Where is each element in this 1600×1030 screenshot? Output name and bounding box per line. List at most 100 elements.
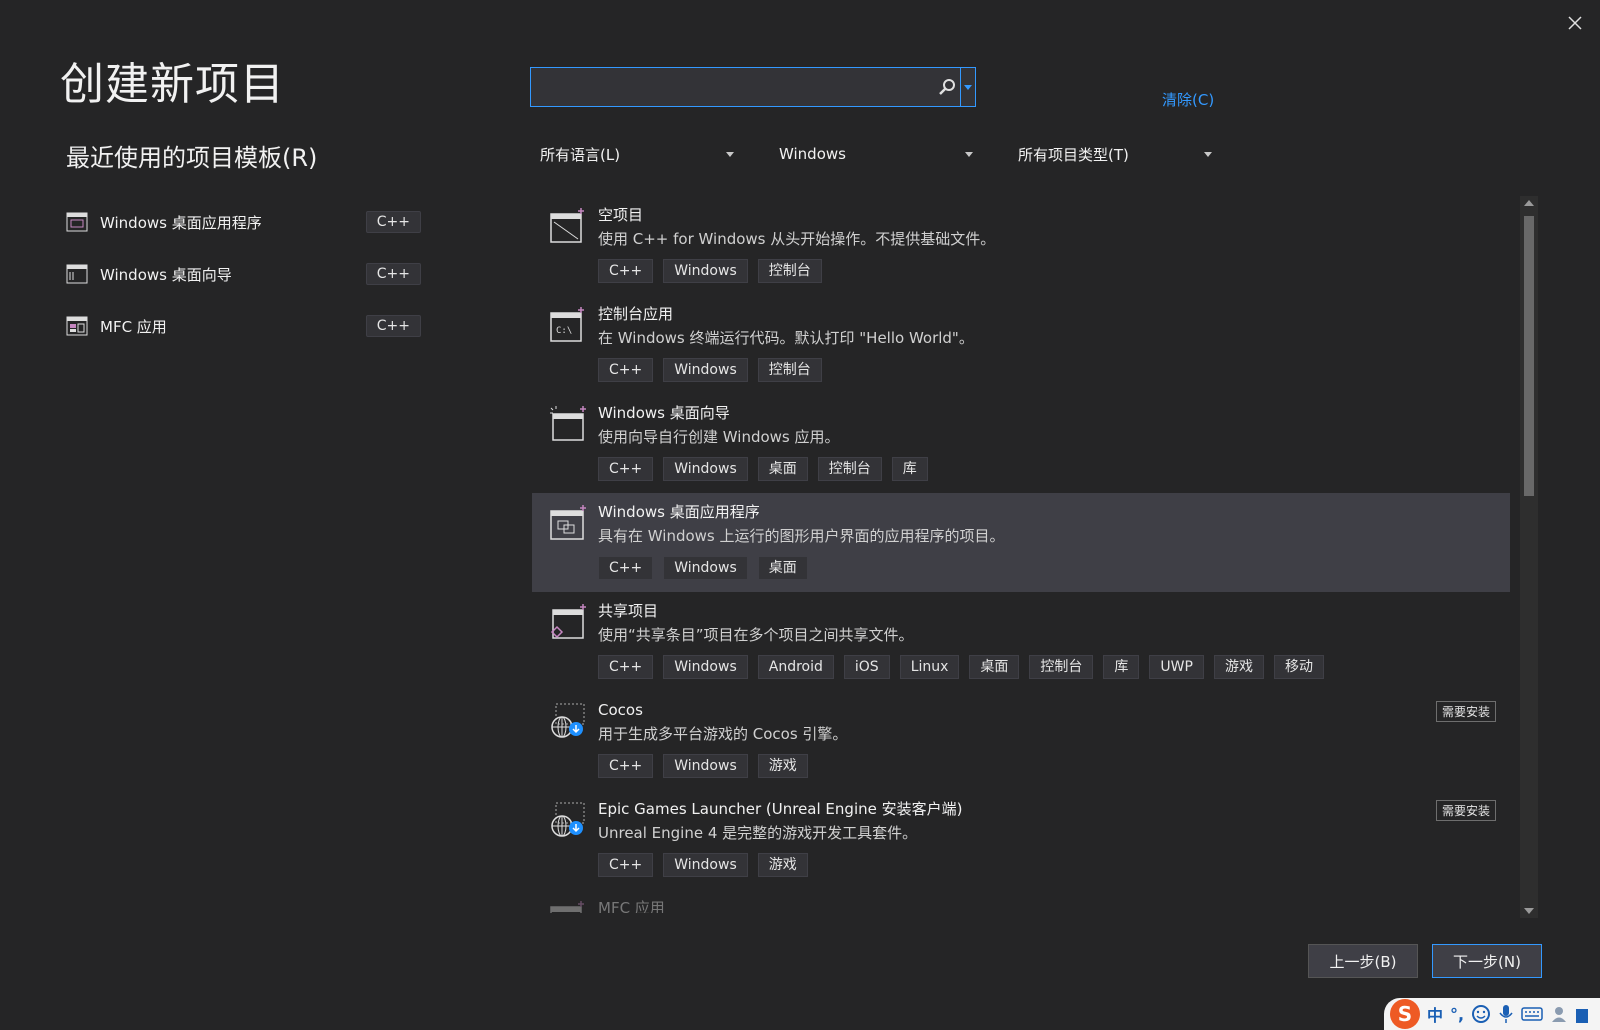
tag: Windows — [663, 259, 748, 283]
tag: Android — [757, 655, 834, 679]
platform-filter-label: Windows — [779, 145, 846, 163]
tag: UWP — [1149, 655, 1204, 679]
globe-download-icon — [551, 802, 585, 837]
tag: C++ — [598, 457, 654, 481]
close-icon — [1568, 16, 1582, 30]
template-name: Windows 桌面应用程序 — [598, 503, 760, 521]
microphone-icon[interactable] — [1498, 1004, 1514, 1024]
template-item-epic-games-launcher[interactable]: Epic Games Launcher (Unreal Engine 安装客户端… — [532, 790, 1510, 889]
recent-item-windows-desktop-app[interactable]: Windows 桌面应用程序 C++ — [66, 196, 421, 248]
search-history-dropdown[interactable] — [960, 68, 975, 106]
template-list: 空项目 使用 C++ for Windows 从头开始操作。不提供基础文件。 C… — [532, 196, 1510, 913]
language-filter-label: 所有语言(L) — [540, 145, 621, 164]
needs-install-badge: 需要安装 — [1435, 701, 1496, 722]
tag: Linux — [899, 655, 960, 679]
template-description: 在 Windows 终端运行代码。默认打印 "Hello World"。 — [598, 329, 974, 347]
recent-templates-title: 最近使用的项目模板(R) — [66, 144, 318, 172]
tag: 库 — [1103, 655, 1140, 679]
windows-app-icon — [66, 212, 88, 232]
recent-item-windows-desktop-wizard[interactable]: Windows 桌面向导 C++ — [66, 248, 421, 300]
template-item-empty-project[interactable]: 空项目 使用 C++ for Windows 从头开始操作。不提供基础文件。 C… — [532, 196, 1510, 295]
template-name: 控制台应用 — [598, 305, 674, 323]
chevron-down-icon — [726, 151, 734, 157]
template-list-scrollbar[interactable] — [1520, 196, 1538, 918]
clear-filters-link[interactable]: 清除(C) — [1162, 89, 1214, 110]
tag: 控制台 — [757, 259, 822, 283]
project-type-filter-dropdown[interactable]: 所有项目类型(T) — [1018, 140, 1218, 168]
tag: 游戏 — [757, 853, 808, 877]
template-name: Cocos — [598, 701, 643, 719]
back-button[interactable]: 上一步(B) — [1308, 944, 1418, 978]
scroll-down-arrow-icon[interactable] — [1524, 908, 1534, 914]
tag: 桌面 — [757, 556, 808, 580]
chevron-down-icon — [965, 151, 973, 157]
recent-item-label: MFC 应用 — [100, 317, 167, 336]
tag: C++ — [598, 259, 654, 283]
platform-filter-dropdown[interactable]: Windows — [779, 140, 979, 168]
template-description: Unreal Engine 4 是完整的游戏开发工具套件。 — [598, 824, 918, 842]
tag: 桌面 — [969, 655, 1020, 679]
tag: Windows — [663, 457, 748, 481]
template-item-shared-project[interactable]: 共享项目 使用“共享条目”项目在多个项目之间共享文件。 C++ Windows … — [532, 592, 1510, 691]
language-chip: C++ — [365, 315, 421, 337]
needs-install-badge: 需要安装 — [1435, 800, 1496, 821]
template-item-console-app[interactable]: C:\ 控制台应用 在 Windows 终端运行代码。默认打印 "Hello W… — [532, 295, 1510, 394]
tag: 移动 — [1273, 655, 1324, 679]
globe-download-icon — [551, 703, 585, 738]
tag: Windows — [663, 655, 748, 679]
next-button[interactable]: 下一步(N) — [1432, 944, 1542, 978]
template-name: Windows 桌面向导 — [598, 404, 730, 422]
language-filter-dropdown[interactable]: 所有语言(L) — [540, 140, 740, 168]
template-tags: C++ Windows 控制台 — [598, 358, 1510, 382]
template-search-box — [530, 67, 976, 108]
ime-mode-toggle[interactable]: 中 — [1427, 1002, 1443, 1026]
recent-templates-list: Windows 桌面应用程序 C++ Windows 桌面向导 C++ MFC … — [66, 196, 421, 352]
template-tags: C++ Windows 游戏 — [598, 853, 1510, 877]
recent-item-label: Windows 桌面应用程序 — [100, 213, 262, 232]
template-tags: C++ Windows 桌面 控制台 库 — [598, 457, 1510, 481]
tag: 控制台 — [1029, 655, 1094, 679]
template-item-cocos[interactable]: Cocos 用于生成多平台游戏的 Cocos 引擎。 C++ Windows 游… — [532, 691, 1510, 790]
tag: C++ — [598, 655, 654, 679]
template-item-windows-desktop-app[interactable]: Windows 桌面应用程序 具有在 Windows 上运行的图形用户界面的应用… — [532, 493, 1510, 592]
shared-project-icon — [550, 604, 586, 639]
chevron-down-icon — [964, 84, 972, 90]
template-name: MFC 应用 — [598, 899, 665, 913]
tag: C++ — [598, 853, 654, 877]
ime-punctuation-toggle[interactable]: °, — [1450, 1005, 1464, 1024]
scrollbar-thumb[interactable] — [1524, 216, 1534, 496]
wizard-icon — [66, 264, 88, 284]
tag: 游戏 — [757, 754, 808, 778]
recent-item-mfc-app[interactable]: MFC 应用 C++ — [66, 300, 421, 352]
template-description: 具有在 Windows 上运行的图形用户界面的应用程序的项目。 — [598, 527, 1005, 545]
search-icon[interactable] — [937, 77, 957, 97]
template-search-input[interactable] — [539, 68, 923, 108]
template-tags: C++ Windows 桌面 — [598, 556, 1510, 580]
language-chip: C++ — [365, 211, 421, 233]
keyboard-icon[interactable] — [1521, 1006, 1543, 1022]
tag: C++ — [598, 358, 654, 382]
windows-app-icon — [550, 505, 586, 540]
chevron-down-icon — [1204, 151, 1212, 157]
template-name: Epic Games Launcher (Unreal Engine 安装客户端… — [598, 800, 963, 818]
tag: C++ — [598, 556, 654, 580]
tag: Windows — [663, 754, 748, 778]
sogou-logo-icon[interactable]: S — [1390, 999, 1420, 1029]
close-button[interactable] — [1560, 8, 1590, 38]
tag: Windows — [663, 556, 748, 580]
tag: 库 — [891, 457, 928, 481]
emoji-icon[interactable] — [1471, 1004, 1491, 1024]
mfc-app-icon — [550, 901, 584, 913]
ime-toolbar: S 中 °, — [1384, 998, 1600, 1030]
recent-item-label: Windows 桌面向导 — [100, 265, 232, 284]
template-item-windows-desktop-wizard[interactable]: Windows 桌面向导 使用向导自行创建 Windows 应用。 C++ Wi… — [532, 394, 1510, 493]
scroll-up-arrow-icon[interactable] — [1524, 200, 1534, 206]
template-item-mfc-app[interactable]: MFC 应用 — [532, 889, 1510, 913]
template-tags: C++ Windows 控制台 — [598, 259, 1510, 283]
toolbox-icon[interactable] — [1575, 1005, 1589, 1023]
template-tags: C++ Windows Android iOS Linux 桌面 控制台 库 U… — [598, 655, 1510, 679]
language-chip: C++ — [365, 263, 421, 285]
template-name: 空项目 — [598, 206, 644, 224]
tag: iOS — [843, 655, 890, 679]
user-icon[interactable] — [1550, 1005, 1568, 1023]
